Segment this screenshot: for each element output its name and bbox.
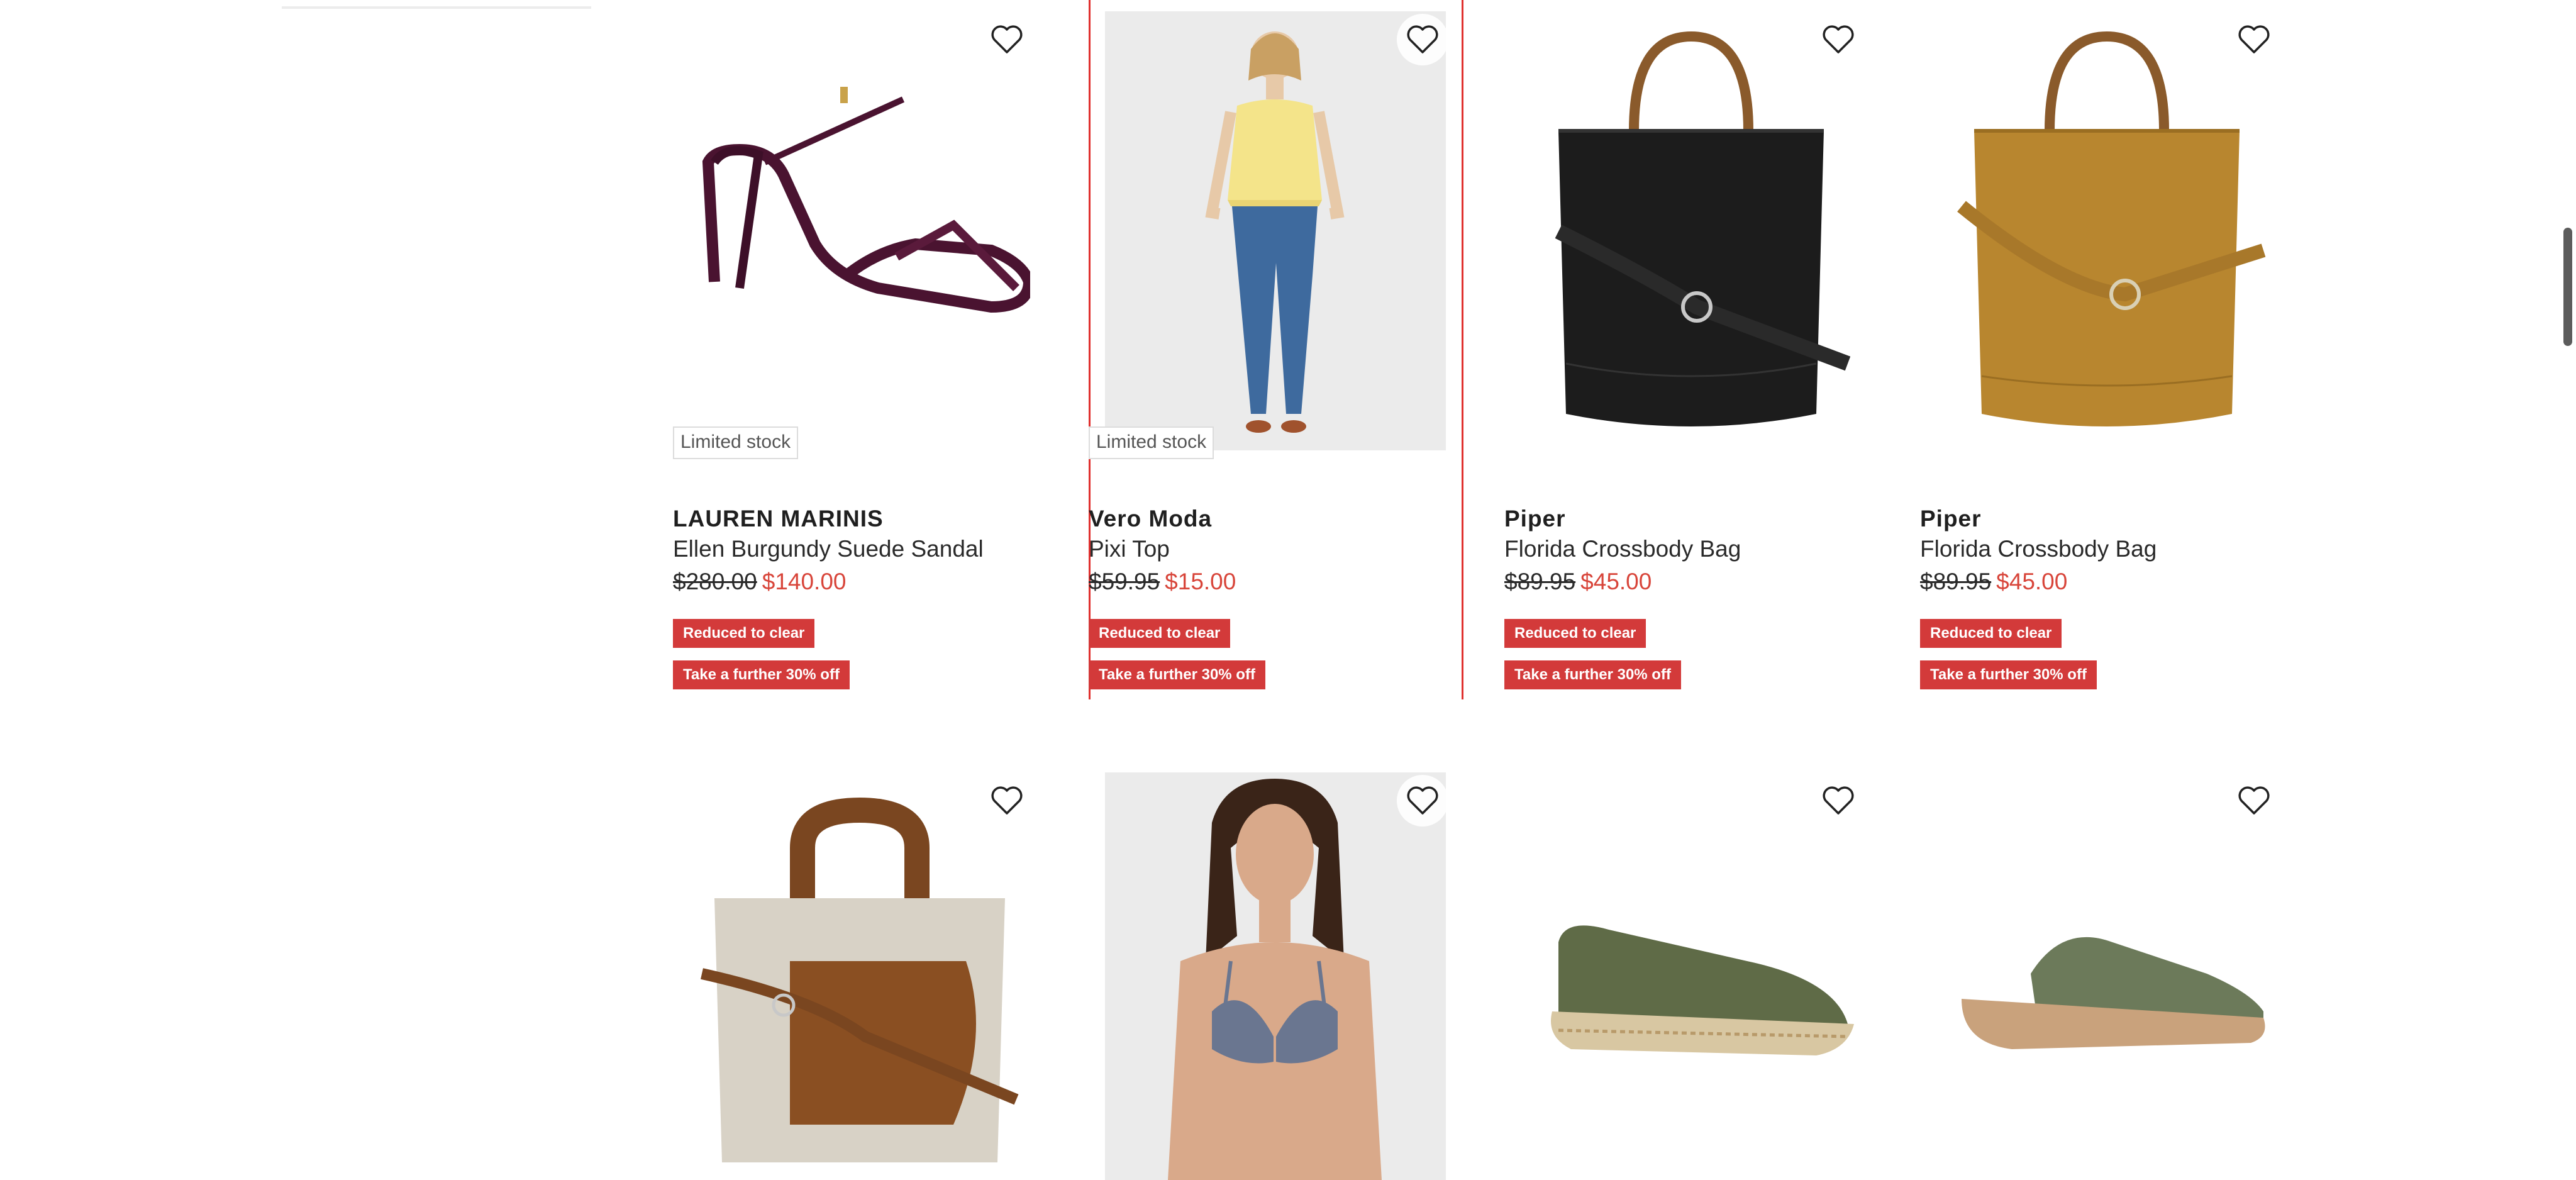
heart-outline-icon <box>1823 25 1854 53</box>
product-card-wedge-slide[interactable] <box>1920 761 2280 1169</box>
wedge-slide-image <box>1962 937 2265 1049</box>
product-image[interactable] <box>1105 11 1446 450</box>
product-name[interactable]: Florida Crossbody Bag <box>1504 536 1741 562</box>
product-card-pixi-top[interactable]: Limited stock Vero Moda Pixi Top $59.95 $… <box>1089 0 1463 699</box>
product-image[interactable] <box>1936 11 2277 450</box>
product-card-sandal[interactable]: Limited stock LAUREN MARINIS Ellen Burgu… <box>673 0 1033 699</box>
wishlist-button[interactable] <box>981 775 1033 827</box>
wishlist-button[interactable] <box>1397 775 1448 827</box>
model-bikini-image <box>1168 779 1382 1180</box>
reduced-badge: Reduced to clear <box>1089 619 1231 648</box>
original-price: $59.95 <box>1089 569 1160 594</box>
product-brand[interactable]: Piper <box>1504 506 1566 532</box>
price-block: $89.95 $45.00 <box>1504 569 1652 595</box>
reduced-badge: Reduced to clear <box>673 619 815 648</box>
sale-price: $15.00 <box>1165 569 1236 594</box>
limited-stock-badge: Limited stock <box>1089 426 1214 459</box>
sale-price: $45.00 <box>1996 569 2068 594</box>
model-top-image <box>1205 31 1345 433</box>
original-price: $280.00 <box>673 569 757 594</box>
heart-outline-icon <box>991 25 1023 53</box>
original-price: $89.95 <box>1504 569 1576 594</box>
heart-outline-icon <box>1823 786 1854 815</box>
product-image[interactable] <box>1521 772 1862 1180</box>
product-card-black-bag[interactable]: Piper Florida Crossbody Bag $89.95 $45.00… <box>1504 0 1864 699</box>
original-price: $89.95 <box>1920 569 1992 594</box>
heart-outline-icon <box>991 786 1023 815</box>
product-image[interactable] <box>1105 772 1446 1180</box>
reduced-badge: Reduced to clear <box>1920 619 2062 648</box>
further-discount-badge: Take a further 30% off <box>1920 660 2097 689</box>
black-bag-image <box>1555 31 1851 426</box>
sidebar-divider <box>282 6 591 9</box>
further-discount-badge: Take a further 30% off <box>1089 660 1265 689</box>
product-card-tan-bag[interactable]: Piper Florida Crossbody Bag $89.95 $45.00… <box>1920 0 2280 699</box>
further-discount-badge: Take a further 30% off <box>673 660 850 689</box>
sale-price: $45.00 <box>1580 569 1652 594</box>
heart-outline-icon <box>1407 25 1438 53</box>
product-image[interactable] <box>1936 772 2277 1180</box>
price-block: $89.95 $45.00 <box>1920 569 2067 595</box>
product-name[interactable]: Florida Crossbody Bag <box>1920 536 2157 562</box>
heart-outline-icon <box>1407 786 1438 815</box>
price-block: $59.95 $15.00 <box>1089 569 1236 595</box>
wishlist-button[interactable] <box>1813 14 1864 65</box>
espadrille-image <box>1551 925 1854 1055</box>
wishlist-button[interactable] <box>2228 775 2280 827</box>
further-discount-badge: Take a further 30% off <box>1504 660 1681 689</box>
product-image[interactable] <box>689 11 1030 450</box>
product-brand[interactable]: Vero Moda <box>1089 506 1212 532</box>
tan-bag-image <box>1957 31 2266 426</box>
product-card-espadrille[interactable] <box>1504 761 1864 1169</box>
tote-bag-image <box>701 797 1019 1162</box>
heart-outline-icon <box>2238 25 2270 53</box>
product-brand[interactable]: Piper <box>1920 506 1982 532</box>
limited-stock-badge: Limited stock <box>673 426 799 459</box>
heart-outline-icon <box>2238 786 2270 815</box>
wishlist-button[interactable] <box>981 14 1033 65</box>
reduced-badge: Reduced to clear <box>1504 619 1646 648</box>
product-name[interactable]: Ellen Burgundy Suede Sandal <box>673 536 984 562</box>
sandal-image <box>702 87 1030 313</box>
product-image[interactable] <box>1521 11 1862 450</box>
wishlist-button[interactable] <box>2228 14 2280 65</box>
wishlist-button[interactable] <box>1813 775 1864 827</box>
product-card-tote-bag[interactable] <box>673 761 1033 1169</box>
scrollbar-thumb[interactable] <box>2563 228 2572 346</box>
sale-price: $140.00 <box>762 569 847 594</box>
product-card-bikini-top[interactable] <box>1089 761 1448 1180</box>
price-block: $280.00 $140.00 <box>673 569 847 595</box>
product-name[interactable]: Pixi Top <box>1089 536 1170 562</box>
product-brand[interactable]: LAUREN MARINIS <box>673 506 884 532</box>
wishlist-button[interactable] <box>1397 14 1448 65</box>
product-image[interactable] <box>689 772 1030 1180</box>
